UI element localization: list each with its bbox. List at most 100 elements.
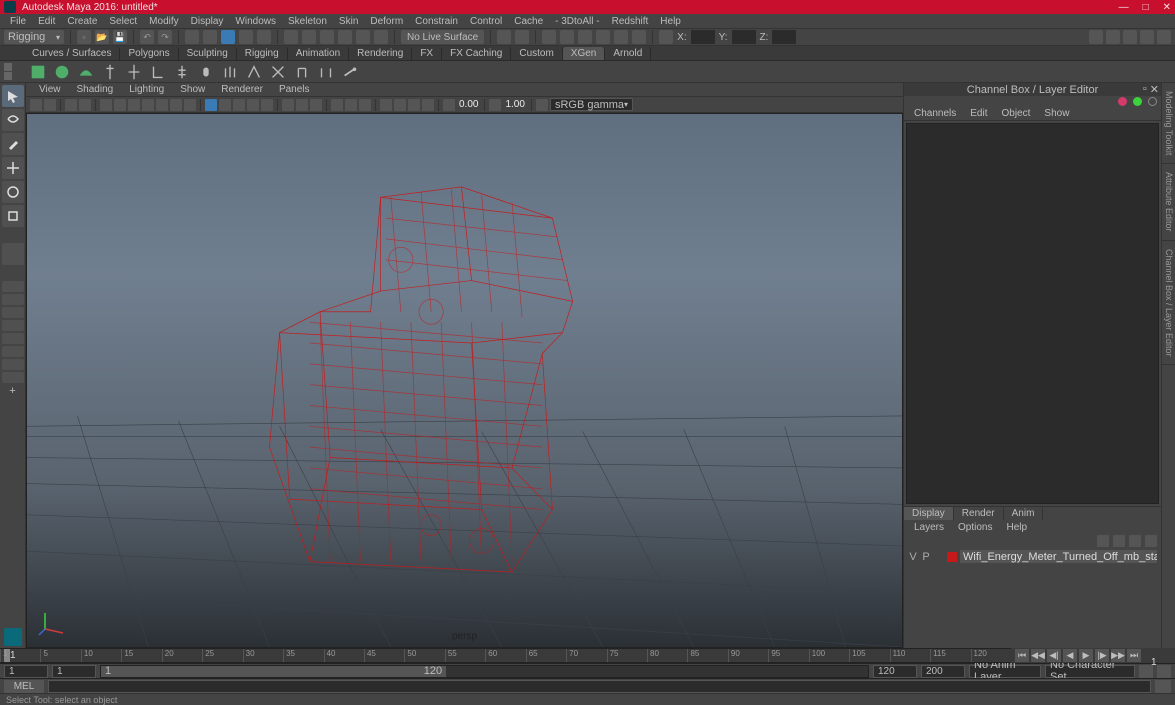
range-end-outer-input[interactable]: 200 [921, 665, 965, 678]
shelf-tool-2[interactable] [52, 62, 72, 82]
step-fwd-key-button[interactable]: |▶ [1095, 649, 1109, 662]
panel-menu-renderer[interactable]: Renderer [216, 84, 268, 95]
menu-skin[interactable]: Skin [335, 16, 362, 27]
undo-icon[interactable]: ↶ [140, 30, 154, 44]
shelf-tool-4[interactable] [100, 62, 120, 82]
select-object-icon[interactable] [221, 30, 235, 44]
cb-show[interactable]: Show [1038, 108, 1075, 119]
ipr-render-icon[interactable] [560, 30, 574, 44]
snap-plane-icon[interactable] [338, 30, 352, 44]
layout-single-button[interactable] [2, 281, 24, 292]
range-start-inner-input[interactable]: 1 [52, 665, 96, 678]
go-end-button[interactable]: ⏭ [1127, 649, 1141, 662]
cb-edit[interactable]: Edit [964, 108, 993, 119]
layout-four-button[interactable] [2, 294, 24, 305]
menu-redshift[interactable]: Redshift [608, 16, 653, 27]
live-surface-button[interactable]: No Live Surface [401, 30, 484, 44]
channel-box-icon[interactable] [1140, 30, 1154, 44]
menu-constrain[interactable]: Constrain [411, 16, 462, 27]
layer-vis-toggle[interactable]: V [908, 551, 918, 563]
rotate-tool-button[interactable] [2, 181, 24, 203]
time-track[interactable]: 1510152025303540455055606570758085909510… [0, 648, 1011, 663]
command-input[interactable] [48, 680, 1151, 693]
layer-menu-layers[interactable]: Layers [908, 522, 950, 533]
maya-home-icon[interactable] [4, 628, 22, 646]
step-back-key-button[interactable]: ◀| [1047, 649, 1061, 662]
xray-icon[interactable] [296, 99, 308, 111]
layout-custom-button[interactable] [2, 372, 24, 383]
range-track[interactable]: 1 120 [100, 665, 869, 678]
cb-object[interactable]: Object [996, 108, 1037, 119]
playblast-icon[interactable] [632, 30, 646, 44]
channel-mode-3-icon[interactable] [1148, 97, 1157, 106]
colorspace-dropdown[interactable]: sRGB gamma▾ [550, 98, 633, 111]
menu-select[interactable]: Select [105, 16, 141, 27]
layout-hyper-button[interactable] [2, 346, 24, 357]
construction-history-icon[interactable] [515, 30, 529, 44]
layer-tab-render[interactable]: Render [954, 507, 1004, 520]
shelf-tool-8[interactable] [196, 62, 216, 82]
paint-tool-button[interactable] [2, 133, 24, 155]
shelf-tab-fx[interactable]: FX [412, 47, 442, 60]
move-tool-button[interactable] [2, 157, 24, 179]
select-mode-icon[interactable] [185, 30, 199, 44]
safe-action-icon[interactable] [170, 99, 182, 111]
snap-point-icon[interactable] [320, 30, 334, 44]
motion-blur-icon[interactable] [394, 99, 406, 111]
shelf-tab-sculpting[interactable]: Sculpting [179, 47, 237, 60]
shelf-tab-custom[interactable]: Custom [511, 47, 562, 60]
gate-mask-icon[interactable] [142, 99, 154, 111]
vtab-channel-box[interactable]: Channel Box / Layer Editor [1162, 241, 1175, 366]
history-toggle-icon[interactable] [497, 30, 511, 44]
film-gate-icon[interactable] [114, 99, 126, 111]
coord-x-input[interactable] [691, 30, 715, 44]
close-button[interactable]: ✕ [1163, 2, 1171, 13]
panel-menu-lighting[interactable]: Lighting [124, 84, 169, 95]
minimize-button[interactable]: — [1119, 2, 1129, 13]
wireframe-icon[interactable] [205, 99, 217, 111]
coord-z-input[interactable] [772, 30, 796, 44]
go-start-button[interactable]: ⏮ [1015, 649, 1029, 662]
shelf-tab-curves[interactable]: Curves / Surfaces [24, 47, 120, 60]
channel-mode-2-icon[interactable] [1133, 97, 1142, 106]
attribute-editor-icon[interactable] [1123, 30, 1137, 44]
outliner-icon[interactable] [1106, 30, 1120, 44]
gamma-loop-icon[interactable] [489, 99, 501, 111]
layer-tab-anim[interactable]: Anim [1004, 507, 1044, 520]
panel-close-icon[interactable]: ✕ [1150, 83, 1159, 96]
layer-row[interactable]: V P Wifi_Energy_Meter_Turned_Off_mb_stan… [908, 550, 1157, 563]
time-slider[interactable]: 1510152025303540455055606570758085909510… [0, 648, 1175, 663]
shelf-tab-rendering[interactable]: Rendering [349, 47, 412, 60]
ao-icon[interactable] [408, 99, 420, 111]
shelf-tool-6[interactable] [148, 62, 168, 82]
menu-deform[interactable]: Deform [366, 16, 407, 27]
select-mask-icon[interactable] [257, 30, 271, 44]
snap-grid-icon[interactable] [284, 30, 298, 44]
menu-display[interactable]: Display [187, 16, 228, 27]
maximize-button[interactable]: □ [1143, 2, 1149, 13]
script-lang-button[interactable]: MEL [4, 680, 44, 693]
safe-title-icon[interactable] [184, 99, 196, 111]
vtab-modeling-toolkit[interactable]: Modeling Toolkit [1162, 83, 1175, 164]
shelf-tab-rigging[interactable]: Rigging [237, 47, 288, 60]
last-tool-button[interactable] [2, 243, 24, 265]
depth-icon[interactable] [380, 99, 392, 111]
channel-mode-1-icon[interactable] [1118, 97, 1127, 106]
shelf-tab-arnold[interactable]: Arnold [605, 47, 651, 60]
menu-create[interactable]: Create [63, 16, 101, 27]
snap-view-icon[interactable] [374, 30, 388, 44]
save-scene-icon[interactable]: 💾 [113, 30, 127, 44]
cb-channels[interactable]: Channels [908, 108, 962, 119]
layer-tab-display[interactable]: Display [904, 507, 954, 520]
vtab-attribute-editor[interactable]: Attribute Editor [1162, 164, 1175, 241]
shelf-tool-14[interactable] [340, 62, 360, 82]
layer-menu-help[interactable]: Help [1000, 522, 1033, 533]
xray-joints-icon[interactable] [310, 99, 322, 111]
panel-menu-show[interactable]: Show [175, 84, 210, 95]
layout-two-button[interactable] [2, 307, 24, 318]
layout-outliner-button[interactable] [2, 320, 24, 331]
shelf-tab-fxcaching[interactable]: FX Caching [442, 47, 511, 60]
menu-modify[interactable]: Modify [145, 16, 182, 27]
range-start-outer-input[interactable]: 1 [4, 665, 48, 678]
render-view-icon[interactable] [596, 30, 610, 44]
